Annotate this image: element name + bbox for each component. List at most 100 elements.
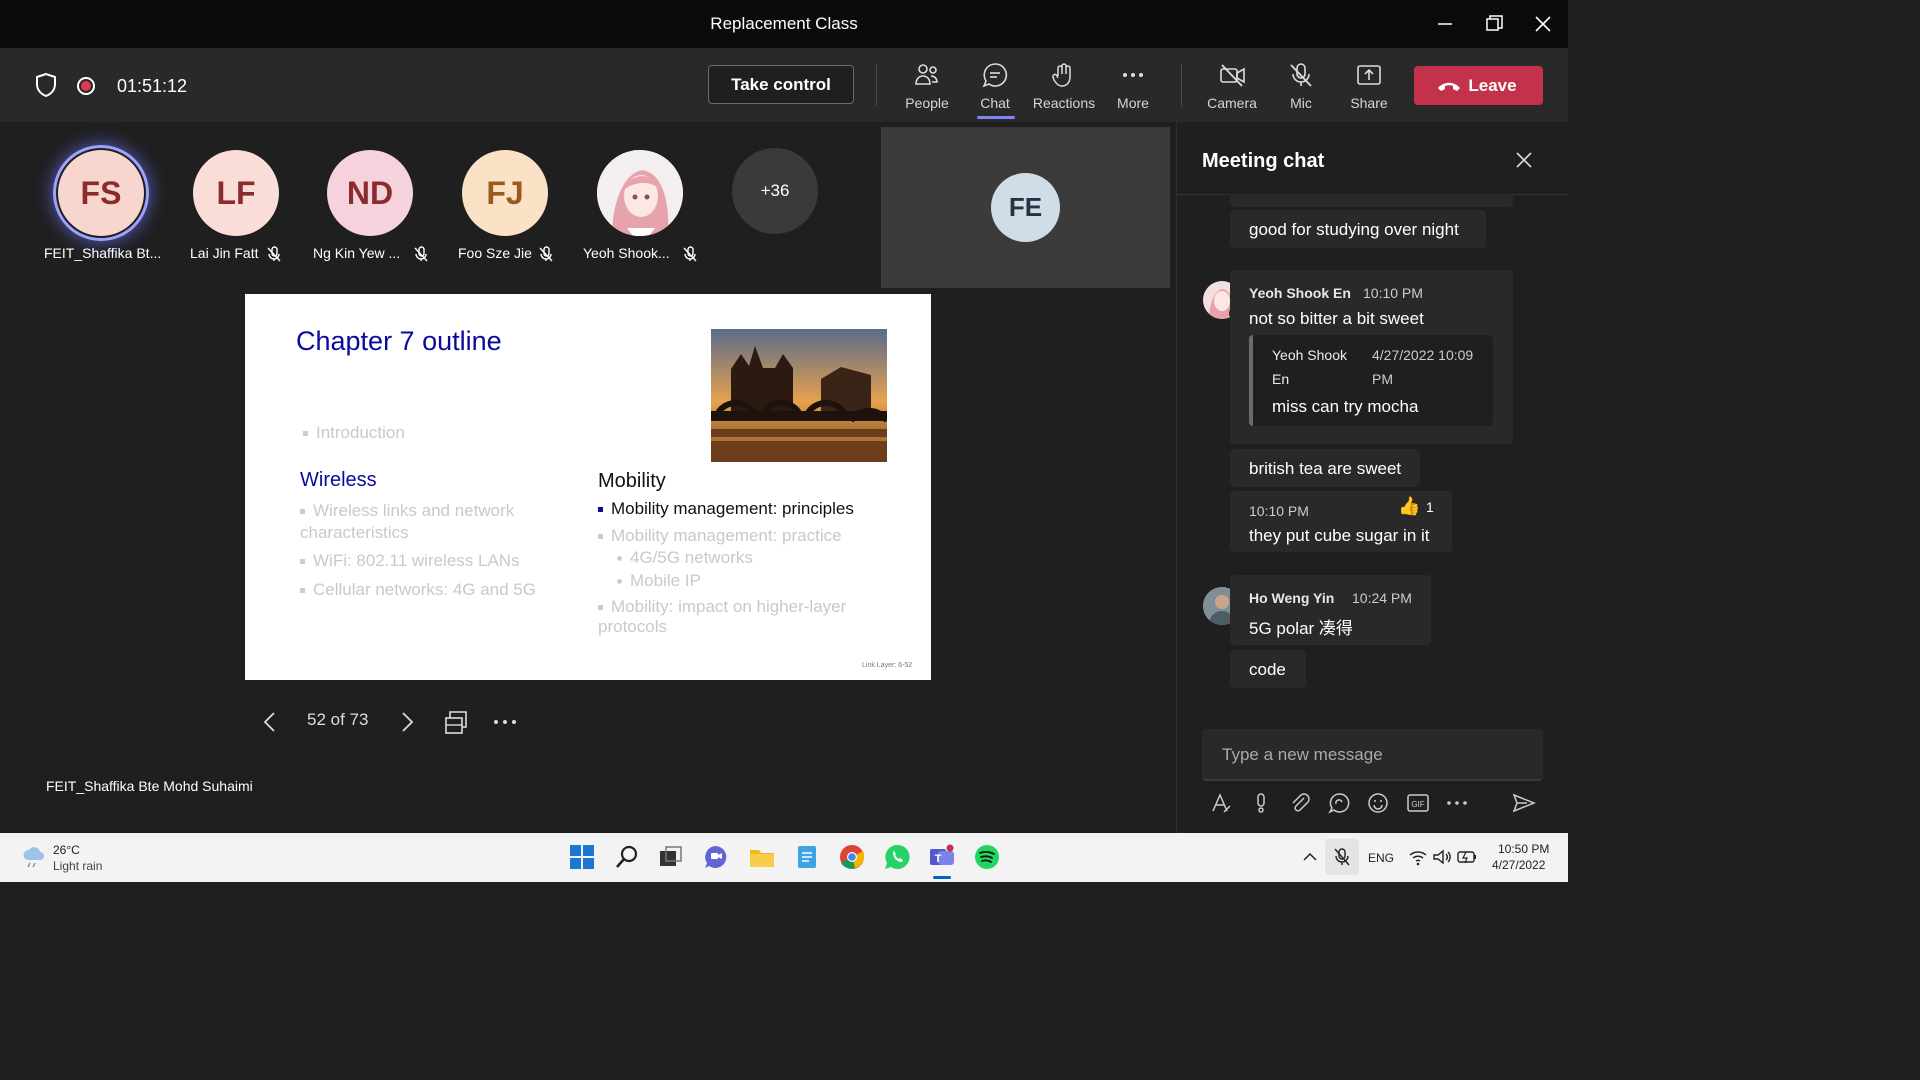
slide-heading: Wireless — [300, 469, 377, 491]
window-title: Replacement Class — [710, 14, 858, 33]
message-bubble[interactable]: Yeoh Shook En 10:10 PM not so bitter a b… — [1230, 270, 1513, 444]
close-icon[interactable] — [1514, 150, 1534, 170]
clock-date[interactable]: 4/27/2022 — [1492, 858, 1545, 872]
toolbar-divider — [1181, 64, 1182, 106]
gif-icon[interactable]: GIF — [1406, 792, 1430, 814]
shield-icon — [34, 72, 58, 103]
priority-icon[interactable] — [1250, 792, 1272, 814]
slide-bullet: Mobility management: practice — [598, 525, 842, 547]
notepad-icon[interactable] — [794, 844, 820, 870]
more-icon[interactable] — [1446, 792, 1468, 814]
chevron-up-icon[interactable] — [1302, 849, 1318, 865]
participant-avatar[interactable]: FS — [58, 150, 144, 236]
overflow-participants-button[interactable]: +36 — [732, 148, 818, 234]
slide-bullet: Cellular networks: 4G and 5G — [300, 579, 536, 601]
message-bubble[interactable]: code — [1230, 650, 1306, 688]
message-bubble[interactable]: 10:10 PM 👍 1 they put cube sugar in it — [1230, 491, 1452, 552]
camera-off-icon — [1220, 64, 1245, 87]
whatsapp-icon[interactable] — [884, 844, 910, 870]
chat-button[interactable]: Chat — [960, 58, 1030, 118]
language-indicator[interactable]: ENG — [1368, 851, 1394, 865]
recording-icon — [76, 76, 96, 101]
active-app-indicator — [933, 876, 951, 879]
participant-avatar[interactable]: FJ — [462, 150, 548, 236]
restore-button[interactable] — [1482, 12, 1506, 36]
minimize-button[interactable] — [1433, 12, 1457, 36]
slide-bullet: Mobility: impact on higher-layer protoco… — [598, 597, 847, 636]
raise-hand-icon — [1052, 63, 1071, 87]
mic-button[interactable]: Mic — [1266, 58, 1336, 118]
slide-bullet: WiFi: 802.11 wireless LANs — [300, 550, 520, 572]
mic-muted-tray-icon[interactable] — [1332, 847, 1352, 867]
slide-title: Chapter 7 outline — [296, 326, 502, 356]
search-icon[interactable] — [614, 844, 640, 870]
presenter-name: FEIT_Shaffika Bte Mohd Suhaimi — [46, 778, 253, 794]
svg-text:T: T — [935, 853, 942, 865]
participant-avatar-photo[interactable] — [597, 150, 683, 236]
participant-avatar[interactable]: LF — [193, 150, 279, 236]
participant-avatar: FE — [991, 173, 1060, 242]
spotify-icon[interactable] — [974, 844, 1000, 870]
chrome-icon[interactable] — [839, 844, 865, 870]
slide-counter: 52 of 73 — [307, 710, 369, 729]
task-view-icon[interactable] — [658, 844, 684, 870]
teams-chat-icon[interactable] — [703, 844, 729, 870]
message-input[interactable]: Type a new message — [1202, 729, 1543, 781]
more-icon[interactable] — [492, 712, 518, 732]
weather-desc: Light rain — [53, 859, 103, 873]
battery-icon[interactable] — [1456, 848, 1478, 866]
share-icon — [1357, 65, 1381, 85]
emoji-icon[interactable] — [1367, 792, 1389, 814]
weather-temp: 26°C — [53, 843, 80, 857]
previous-slide-icon[interactable] — [260, 710, 280, 734]
presentation-slide: Chapter 7 outline Introduction Wireless … — [245, 294, 931, 680]
camera-button[interactable]: Camera — [1197, 58, 1267, 118]
more-label: More — [1117, 95, 1149, 111]
participant-name: FEIT_Shaffika Bt... — [44, 245, 162, 261]
take-control-button[interactable]: Take control — [708, 65, 854, 104]
message-bubble[interactable]: Ho Weng Yin 10:24 PM 5G polar 凑得 — [1230, 575, 1431, 645]
participant-name: Lai Jin Fatt — [190, 245, 259, 261]
people-label: People — [905, 95, 949, 111]
send-icon[interactable] — [1512, 792, 1536, 814]
muted-mic-icon — [414, 246, 428, 262]
taskbar: 26°C Light rain T ENG 10:50 PM 4/27/2022 — [0, 833, 1568, 882]
clock-time[interactable]: 10:50 PM — [1498, 842, 1549, 856]
attach-icon[interactable] — [1289, 792, 1311, 814]
muted-mic-icon — [683, 246, 697, 262]
windows-start-icon[interactable] — [569, 844, 595, 870]
file-explorer-icon[interactable] — [749, 844, 775, 870]
share-button[interactable]: Share — [1334, 58, 1404, 118]
toolbar-divider — [876, 64, 877, 106]
format-icon[interactable] — [1210, 792, 1232, 814]
svg-text:GIF: GIF — [1411, 800, 1424, 809]
message-bubble[interactable]: good for studying over night — [1230, 210, 1486, 248]
people-button[interactable]: People — [892, 58, 962, 118]
slide-bullet: Wireless links and network characteristi… — [300, 501, 515, 542]
participant-name: Foo Sze Jie — [458, 245, 532, 261]
leave-label: Leave — [1468, 76, 1517, 95]
slide-grid-icon[interactable] — [444, 709, 470, 735]
reactions-button[interactable]: Reactions — [1029, 58, 1099, 118]
close-window-button[interactable] — [1531, 12, 1555, 36]
participant-avatar[interactable]: ND — [327, 150, 413, 236]
slide-bullet-active: Mobility management: principles — [598, 498, 854, 520]
teams-icon[interactable]: T — [929, 844, 955, 870]
title-bar: Replacement Class — [0, 0, 1568, 48]
rain-cloud-icon[interactable] — [22, 846, 46, 868]
more-button[interactable]: More — [1098, 58, 1168, 118]
people-icon — [915, 64, 938, 85]
leave-button[interactable]: Leave — [1414, 66, 1543, 105]
bridge-photo — [711, 329, 887, 462]
share-label: Share — [1350, 95, 1388, 111]
chat-icon — [982, 63, 1008, 88]
message-placeholder: Type a new message — [1222, 745, 1383, 764]
next-slide-icon[interactable] — [397, 710, 417, 734]
participant-name: Yeoh Shook... — [583, 245, 670, 261]
wifi-icon[interactable] — [1408, 848, 1428, 866]
message-bubble[interactable]: british tea are sweet — [1230, 449, 1420, 487]
thumbs-up-icon[interactable]: 👍 — [1398, 496, 1420, 517]
loop-icon[interactable] — [1328, 792, 1350, 814]
volume-icon[interactable] — [1432, 848, 1452, 866]
slide-subbullet: 4G/5G networks — [617, 547, 753, 569]
